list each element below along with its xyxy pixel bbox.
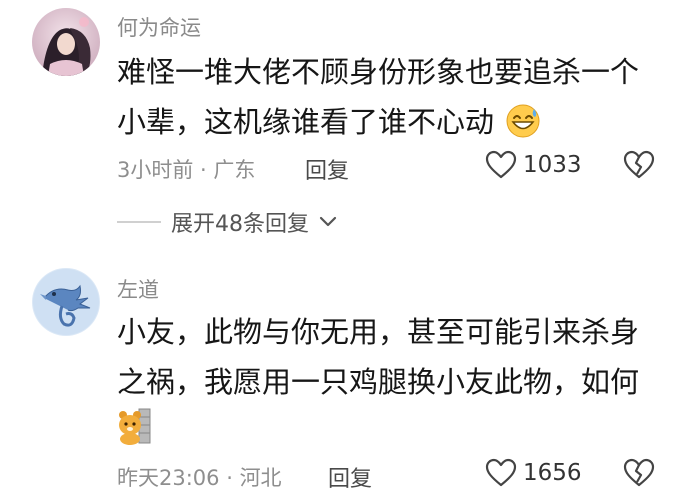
username[interactable]: 左道 (117, 274, 159, 304)
comment-meta: 3小时前 · 广东 (117, 154, 255, 184)
grinning-sweat-emoji (506, 104, 540, 138)
comment-text-line: 难怪一堆大佬不顾身份形象也要追杀一个 (117, 55, 640, 89)
dislike-button[interactable] (623, 458, 655, 492)
expand-replies-label: 展开48条回复 (171, 212, 309, 237)
divider-line (117, 221, 161, 223)
like-button[interactable]: 1656 (485, 458, 582, 488)
comment-text: 小友，此物与你无用，甚至可能引来杀身 之祸，我愿用一只鸡腿换小友此物，如何 (117, 307, 639, 407)
comment-text-line: 小辈，这机缘谁看了谁不心动 (117, 97, 639, 147)
comment-meta: 昨天23:06 · 河北 (117, 462, 282, 492)
broken-heart-icon (623, 458, 655, 487)
like-count: 1033 (523, 152, 582, 178)
like-button[interactable]: 1033 (485, 150, 582, 180)
username[interactable]: 何为命运 (117, 12, 201, 42)
bear-sticker-emoji (119, 408, 151, 445)
avatar[interactable] (32, 8, 100, 76)
avatar[interactable] (32, 268, 100, 336)
avatar-image (32, 8, 100, 76)
separator: · (219, 466, 240, 490)
separator: · (193, 158, 214, 182)
timestamp: 昨天23:06 (117, 466, 220, 490)
comment-text-fragment: 小辈，这机缘谁看了谁不心动 (117, 105, 495, 139)
location: 河北 (239, 466, 282, 490)
reply-button[interactable]: 回复 (328, 461, 372, 493)
heart-outline-icon (485, 150, 517, 179)
comment-text-line: 小友，此物与你无用，甚至可能引来杀身 (117, 315, 640, 349)
dislike-button[interactable] (623, 150, 655, 184)
like-count: 1656 (523, 460, 582, 486)
chevron-down-icon (319, 216, 337, 227)
expand-replies-button[interactable]: 展开48条回复 (117, 206, 337, 238)
comment-text-line: 之祸，我愿用一只鸡腿换小友此物，如何 (117, 365, 640, 399)
avatar-image (32, 268, 100, 336)
location: 广东 (213, 158, 256, 182)
broken-heart-icon (623, 150, 655, 179)
heart-outline-icon (485, 458, 517, 487)
comment-text: 难怪一堆大佬不顾身份形象也要追杀一个 小辈，这机缘谁看了谁不心动 (117, 47, 639, 147)
timestamp: 3小时前 (117, 158, 194, 182)
reply-button[interactable]: 回复 (305, 153, 349, 185)
